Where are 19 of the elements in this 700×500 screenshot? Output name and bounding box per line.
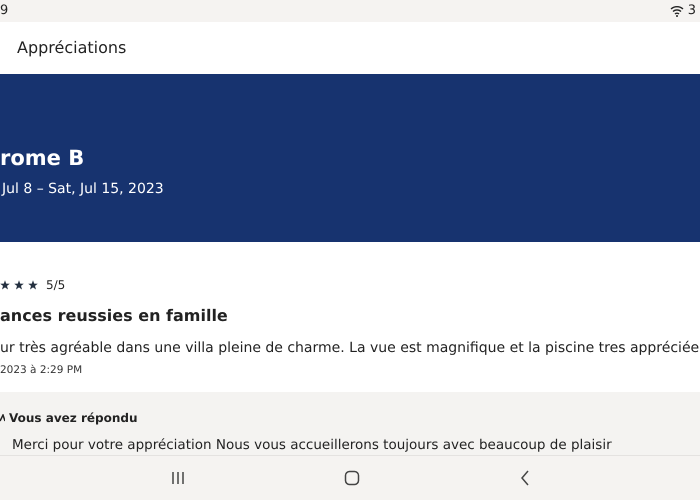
review-title: ances reussies en famille	[0, 305, 228, 328]
caret-icon[interactable]	[0, 414, 5, 422]
recent-apps-icon[interactable]	[170, 470, 186, 486]
review-date: 2023 à 2:29 PM	[0, 363, 82, 378]
wifi-icon	[670, 4, 684, 17]
page-title: Appréciations	[17, 37, 126, 60]
reply-text: Merci pour votre appréciation Nous vous accueillerons toujours avec beaucoup de plaisir	[11, 436, 612, 456]
status-time: 9	[0, 2, 8, 20]
star-icon	[14, 280, 24, 290]
back-icon[interactable]	[520, 470, 530, 486]
reply-heading: Vous avez répondu	[9, 410, 138, 428]
home-icon[interactable]	[344, 470, 360, 486]
star-icon	[0, 280, 10, 290]
property-name: rome B	[0, 146, 84, 172]
rating-score: 5/5	[46, 277, 66, 294]
stay-dates: Jul 8 – Sat, Jul 15, 2023	[0, 180, 164, 200]
star-icon	[28, 280, 38, 290]
review-text: ur très agréable dans une villa pleine de charme. La vue est magnifique et la piscine tres appréciée	[0, 339, 700, 358]
battery-level: 3	[688, 2, 696, 20]
